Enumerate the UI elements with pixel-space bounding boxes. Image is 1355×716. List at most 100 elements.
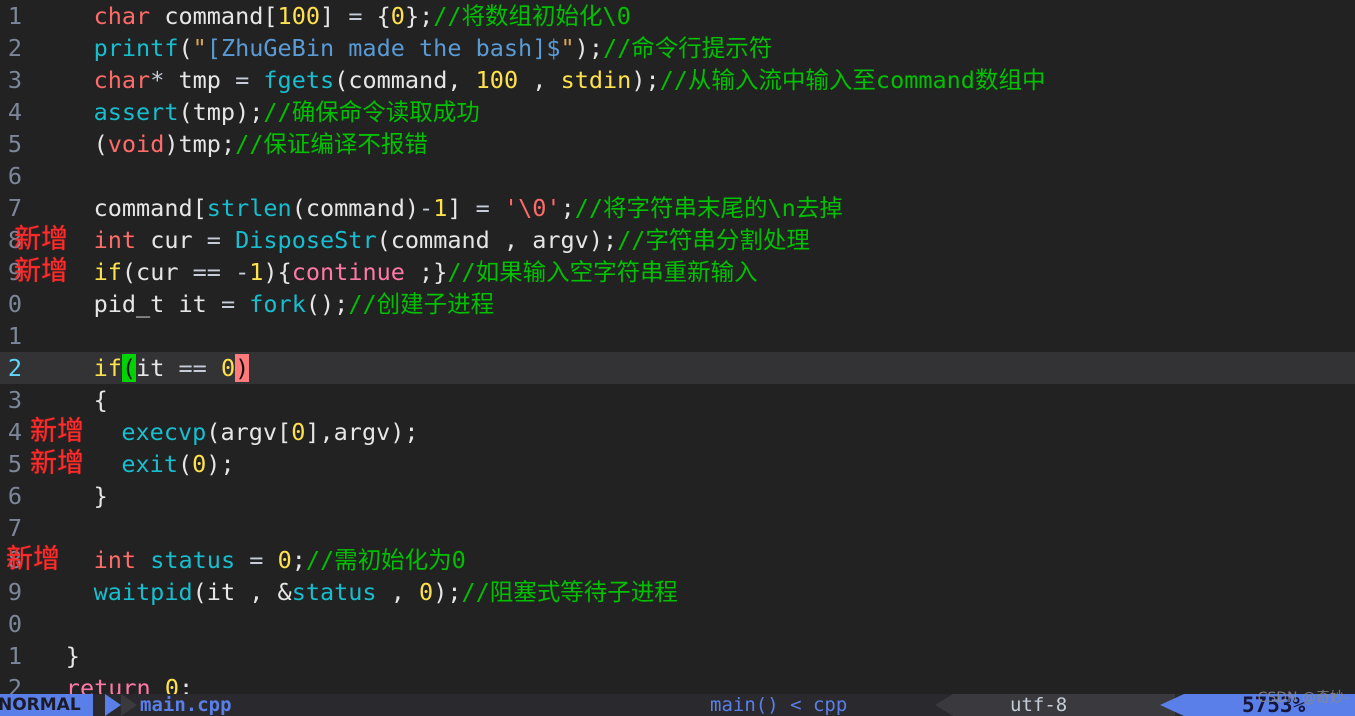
line-number: 6 — [7, 162, 22, 190]
line-number: 2 — [7, 34, 22, 62]
code-token: ) — [631, 66, 646, 94]
code-line-content: execvp(argv[0],argv); — [121, 416, 418, 448]
vim-editor-window: 1 char command[100] = {0};//将数组初始化\0 2 prin… — [0, 0, 1355, 716]
code-token: * — [150, 66, 165, 94]
code-token: command — [164, 2, 264, 30]
csdn-watermark: CSDN @奇妙- — [1257, 690, 1349, 706]
code-token: ( — [376, 226, 391, 254]
code-line[interactable]: 1 — [0, 320, 1355, 352]
code-token: cur — [136, 226, 207, 254]
code-line-content: char command[100] = {0};//将数组初始化\0 — [94, 0, 631, 32]
code-token: 0 — [419, 578, 434, 606]
code-token: //如果输入空字符串重新输入 — [447, 258, 758, 286]
line-number: 4 — [7, 418, 22, 446]
code-line[interactable]: 0 pid_t it = fork();//创建子进程 — [0, 288, 1355, 320]
code-token: ; — [404, 418, 419, 446]
code-token: assert — [93, 98, 179, 126]
added-line-annotation: 新增 — [30, 416, 84, 447]
code-token: ) — [164, 130, 179, 158]
code-line[interactable]: 5 (void)tmp;//保证编译不报错 — [0, 128, 1355, 160]
code-token: = — [220, 290, 236, 318]
code-token: , — [518, 66, 561, 94]
code-token: pid_t — [93, 290, 165, 318]
code-token: //命令行提示符 — [602, 34, 773, 62]
status-filename[interactable]: main.cpp — [140, 694, 232, 716]
added-line-annotation: 新增 — [30, 448, 84, 479]
code-token: ) — [320, 290, 335, 318]
code-token: void — [107, 130, 165, 158]
code-token: it — [164, 290, 221, 318]
code-token: int — [93, 546, 137, 574]
code-token: 1 — [433, 194, 448, 222]
code-token: } — [65, 642, 80, 670]
code-token: { — [376, 2, 391, 30]
code-token: ( — [192, 578, 207, 606]
code-token: ( — [178, 34, 193, 62]
code-line-content: command[strlen(command)-1] = '\0';//将字符串… — [94, 192, 843, 224]
code-token: tmp — [178, 130, 221, 158]
code-line[interactable]: 1 char command[100] = {0};//将数组初始化\0 — [0, 0, 1355, 32]
code-line[interactable]: 9 if(cur == -1){continue ;}//如果输入空字符串重新输入… — [0, 256, 1355, 288]
code-token: ; — [447, 578, 462, 606]
code-token: execvp — [121, 418, 207, 446]
code-token: ; — [560, 194, 575, 222]
code-token: command , argv — [390, 226, 589, 254]
code-line[interactable]: 5 exit(0); 新增 — [0, 448, 1355, 480]
code-line[interactable]: 3 char* tmp = fgets(command, 100 , stdin)… — [0, 64, 1355, 96]
line-number: 1 — [7, 642, 22, 670]
code-line[interactable]: 4 assert(tmp);//确保命令读取成功 — [0, 96, 1355, 128]
code-token: cur — [136, 258, 193, 286]
code-token: ; — [404, 258, 434, 286]
added-line-annotation: 新增 — [14, 224, 68, 255]
code-token: ) — [235, 354, 250, 382]
code-token: //将字符串末尾的\n去掉 — [574, 194, 843, 222]
code-token: status — [291, 578, 377, 606]
mode-separator-arrow-2 — [121, 694, 137, 716]
code-line[interactable]: 7 command[strlen(command)-1] = '\0';//将字符… — [0, 192, 1355, 224]
code-token: command, — [348, 66, 476, 94]
line-number: 1 — [7, 322, 22, 350]
code-token: //需初始化为0 — [305, 546, 466, 574]
code-line[interactable]: 2 if(it == 0) — [0, 352, 1355, 384]
code-line-content: if(it == 0) — [94, 352, 250, 384]
code-line[interactable]: 0 — [0, 608, 1355, 640]
code-token: - — [419, 194, 434, 222]
code-line[interactable]: 8 int cur = DisposeStr(command , argv);//… — [0, 224, 1355, 256]
code-token: = — [206, 226, 221, 254]
code-token: int — [93, 226, 137, 254]
code-line[interactable]: 1} — [0, 640, 1355, 672]
code-line[interactable]: 2 printf("[ZhuGeBin made the bash]$");//命… — [0, 32, 1355, 64]
code-token: ,argv — [319, 418, 391, 446]
code-line[interactable]: 3{ — [0, 384, 1355, 416]
code-line[interactable]: 7 — [0, 512, 1355, 544]
code-token: ; — [588, 34, 603, 62]
code-editor-pane[interactable]: 1 char command[100] = {0};//将数组初始化\0 2 prin… — [0, 0, 1355, 702]
code-token: [ — [192, 194, 207, 222]
code-line-content: { — [94, 384, 108, 416]
code-token: ; — [220, 450, 235, 478]
code-token: = — [249, 546, 264, 574]
code-token: ; — [334, 290, 349, 318]
code-token: " — [560, 34, 575, 62]
code-token: ; — [220, 130, 236, 158]
code-line[interactable]: 6} — [0, 480, 1355, 512]
code-line[interactable]: 9 waitpid(it , &status , 0);//阻塞式等待子进程 — [0, 576, 1355, 608]
code-line-content: printf("[ZhuGeBin made the bash]$");//命令… — [94, 32, 773, 64]
code-token: ] — [305, 418, 320, 446]
code-line[interactable]: 4 execvp(argv[0],argv); 新增 — [0, 416, 1355, 448]
code-line[interactable]: 6 — [0, 160, 1355, 192]
code-token: command — [93, 194, 193, 222]
code-token: [ — [277, 418, 292, 446]
code-token: = — [235, 66, 250, 94]
code-line[interactable]: 8 int status = 0;//需初始化为0 新增 — [0, 544, 1355, 576]
code-token: tmp — [192, 98, 236, 126]
code-token: if — [93, 258, 122, 286]
